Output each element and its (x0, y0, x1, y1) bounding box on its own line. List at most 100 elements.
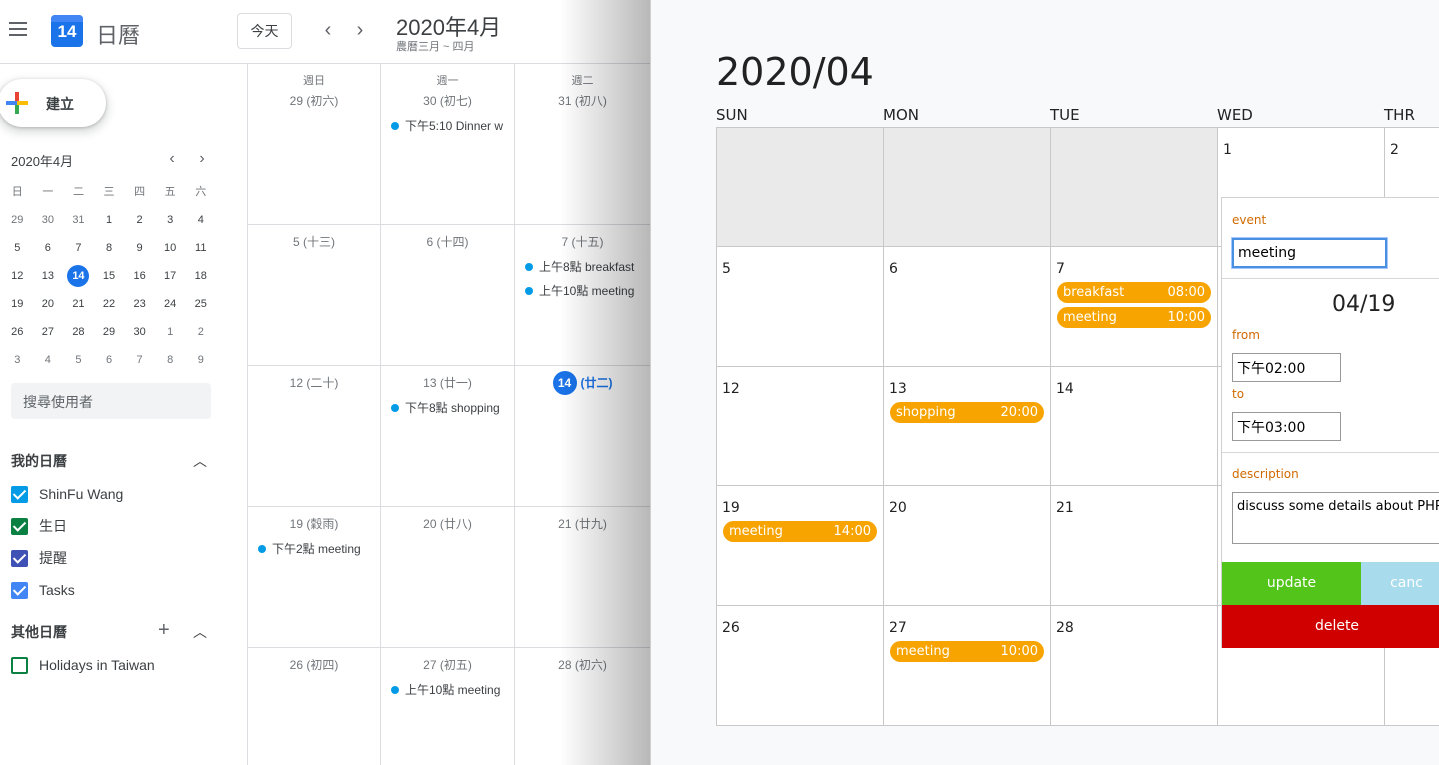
mini-day[interactable]: 1 (94, 206, 125, 234)
mini-day[interactable]: 29 (2, 206, 33, 234)
calendar-checkbox[interactable] (11, 656, 28, 674)
day-cell[interactable]: 26 (716, 605, 884, 726)
mini-day[interactable]: 10 (155, 234, 186, 262)
mini-day[interactable]: 30 (33, 206, 64, 234)
month-day-cell[interactable]: 週一 30 (初七) 下午5:10 Dinner w (381, 64, 515, 225)
day-cell[interactable]: 28 (1050, 605, 1218, 726)
next-period-icon[interactable]: › (350, 20, 370, 42)
mini-day[interactable]: 16 (124, 262, 155, 290)
month-day-cell[interactable]: 6 (十四) (381, 225, 515, 366)
mini-day[interactable]: 2 (185, 318, 216, 346)
event-chip[interactable]: meeting 10:00 (1057, 307, 1211, 328)
mini-day[interactable]: 23 (124, 290, 155, 318)
mini-day[interactable]: 8 (155, 346, 186, 374)
mini-day[interactable]: 1 (155, 318, 186, 346)
mini-day[interactable]: 4 (33, 346, 64, 374)
mini-day[interactable]: 3 (2, 346, 33, 374)
month-day-cell[interactable]: 13 (廿一) 下午8點 shopping (381, 366, 515, 507)
description-textarea[interactable]: discuss some details about PHP (1232, 492, 1439, 544)
event-name-input[interactable]: meeting (1232, 238, 1387, 268)
to-time-input[interactable]: 下午03:00 (1232, 412, 1341, 441)
mini-day-today[interactable]: 14 (63, 262, 94, 290)
mini-day[interactable]: 21 (63, 290, 94, 318)
mini-day[interactable]: 5 (63, 346, 94, 374)
mini-day[interactable]: 9 (124, 234, 155, 262)
from-time-input[interactable]: 下午02:00 (1232, 353, 1341, 382)
day-cell[interactable]: 7 breakfast 08:00 meeting 10:00 (1050, 246, 1218, 367)
month-day-cell[interactable]: 19 (穀雨) 下午2點 meeting (248, 507, 381, 648)
calendar-checkbox[interactable] (11, 549, 28, 567)
mini-day[interactable]: 7 (124, 346, 155, 374)
mini-day[interactable]: 6 (94, 346, 125, 374)
mini-day[interactable]: 26 (2, 318, 33, 346)
event-chip[interactable]: 下午2點 meeting (258, 540, 379, 557)
calendar-item[interactable]: Tasks (11, 580, 75, 600)
day-cell[interactable]: 14 (1050, 366, 1218, 487)
day-cell[interactable]: 27 meeting 10:00 (883, 605, 1051, 726)
today-button[interactable]: 今天 (237, 13, 292, 49)
day-cell[interactable]: 12 (716, 366, 884, 487)
search-users-input[interactable]: 搜尋使用者 (11, 383, 211, 419)
mini-day[interactable]: 24 (155, 290, 186, 318)
calendar-item[interactable]: Holidays in Taiwan (11, 655, 155, 675)
month-day-cell[interactable]: 7 (十五) 上午8點 breakfast 上午10點 meeting (515, 225, 650, 366)
delete-button[interactable]: delete (1222, 605, 1439, 648)
mini-day[interactable]: 3 (155, 206, 186, 234)
event-chip[interactable]: 上午8點 breakfast (525, 258, 649, 275)
mini-day[interactable]: 4 (185, 206, 216, 234)
mini-day[interactable]: 17 (155, 262, 186, 290)
collapse-my-calendars-icon[interactable]: ︿ (192, 451, 208, 471)
calendar-item[interactable]: 生日 (11, 516, 67, 536)
update-button[interactable]: update (1222, 562, 1361, 605)
mini-day[interactable]: 27 (33, 318, 64, 346)
event-chip[interactable]: 下午8點 shopping (391, 399, 513, 416)
mini-day[interactable]: 29 (94, 318, 125, 346)
mini-day[interactable]: 9 (185, 346, 216, 374)
mini-day[interactable]: 25 (185, 290, 216, 318)
month-day-cell[interactable]: 27 (初五) 上午10點 meeting (381, 648, 515, 765)
mini-day[interactable]: 5 (2, 234, 33, 262)
collapse-other-calendars-icon[interactable]: ︿ (192, 622, 208, 642)
mini-day[interactable]: 30 (124, 318, 155, 346)
mini-prev-month-icon[interactable]: ‹ (164, 150, 180, 168)
month-day-cell[interactable]: 28 (初六) (515, 648, 650, 765)
month-day-cell[interactable]: 12 (二十) (248, 366, 381, 507)
mini-day[interactable]: 22 (94, 290, 125, 318)
mini-day[interactable]: 7 (63, 234, 94, 262)
mini-day[interactable]: 8 (94, 234, 125, 262)
mini-day[interactable]: 13 (33, 262, 64, 290)
add-other-calendar-icon[interactable]: + (158, 620, 170, 640)
day-cell[interactable]: 20 (883, 485, 1051, 606)
mini-day[interactable]: 11 (185, 234, 216, 262)
mini-day[interactable]: 15 (94, 262, 125, 290)
event-chip[interactable]: 上午10點 meeting (391, 681, 513, 698)
main-menu-icon[interactable] (9, 22, 29, 38)
mini-day[interactable]: 20 (33, 290, 64, 318)
month-day-cell[interactable]: 20 (廿八) (381, 507, 515, 648)
create-button[interactable]: 建立 (0, 79, 106, 127)
month-day-cell[interactable]: 週日 29 (初六) (248, 64, 381, 225)
calendar-checkbox[interactable] (11, 581, 28, 599)
cancel-button[interactable]: canc (1361, 562, 1439, 605)
day-cell[interactable]: 19 meeting 14:00 (716, 485, 884, 606)
day-cell[interactable]: 13 shopping 20:00 (883, 366, 1051, 487)
day-cell[interactable]: 5 (716, 246, 884, 367)
mini-day[interactable]: 31 (63, 206, 94, 234)
month-day-cell[interactable]: 21 (廿九) (515, 507, 650, 648)
calendar-checkbox[interactable] (11, 517, 28, 535)
mini-day[interactable]: 6 (33, 234, 64, 262)
event-chip[interactable]: 上午10點 meeting (525, 282, 649, 299)
mini-day[interactable]: 12 (2, 262, 33, 290)
month-day-cell[interactable]: 14 (廿二) (515, 366, 650, 507)
mini-day[interactable]: 28 (63, 318, 94, 346)
calendar-item[interactable]: ShinFu Wang (11, 484, 123, 504)
today-date-badge[interactable]: 14 (552, 371, 577, 395)
event-chip[interactable]: meeting 14:00 (723, 521, 877, 542)
prev-period-icon[interactable]: ‹ (318, 20, 338, 42)
event-chip[interactable]: meeting 10:00 (890, 641, 1044, 662)
day-cell[interactable]: 21 (1050, 485, 1218, 606)
calendar-checkbox[interactable] (11, 485, 28, 503)
mini-day[interactable]: 2 (124, 206, 155, 234)
day-cell[interactable]: 6 (883, 246, 1051, 367)
month-day-cell[interactable]: 週二 31 (初八) (515, 64, 650, 225)
